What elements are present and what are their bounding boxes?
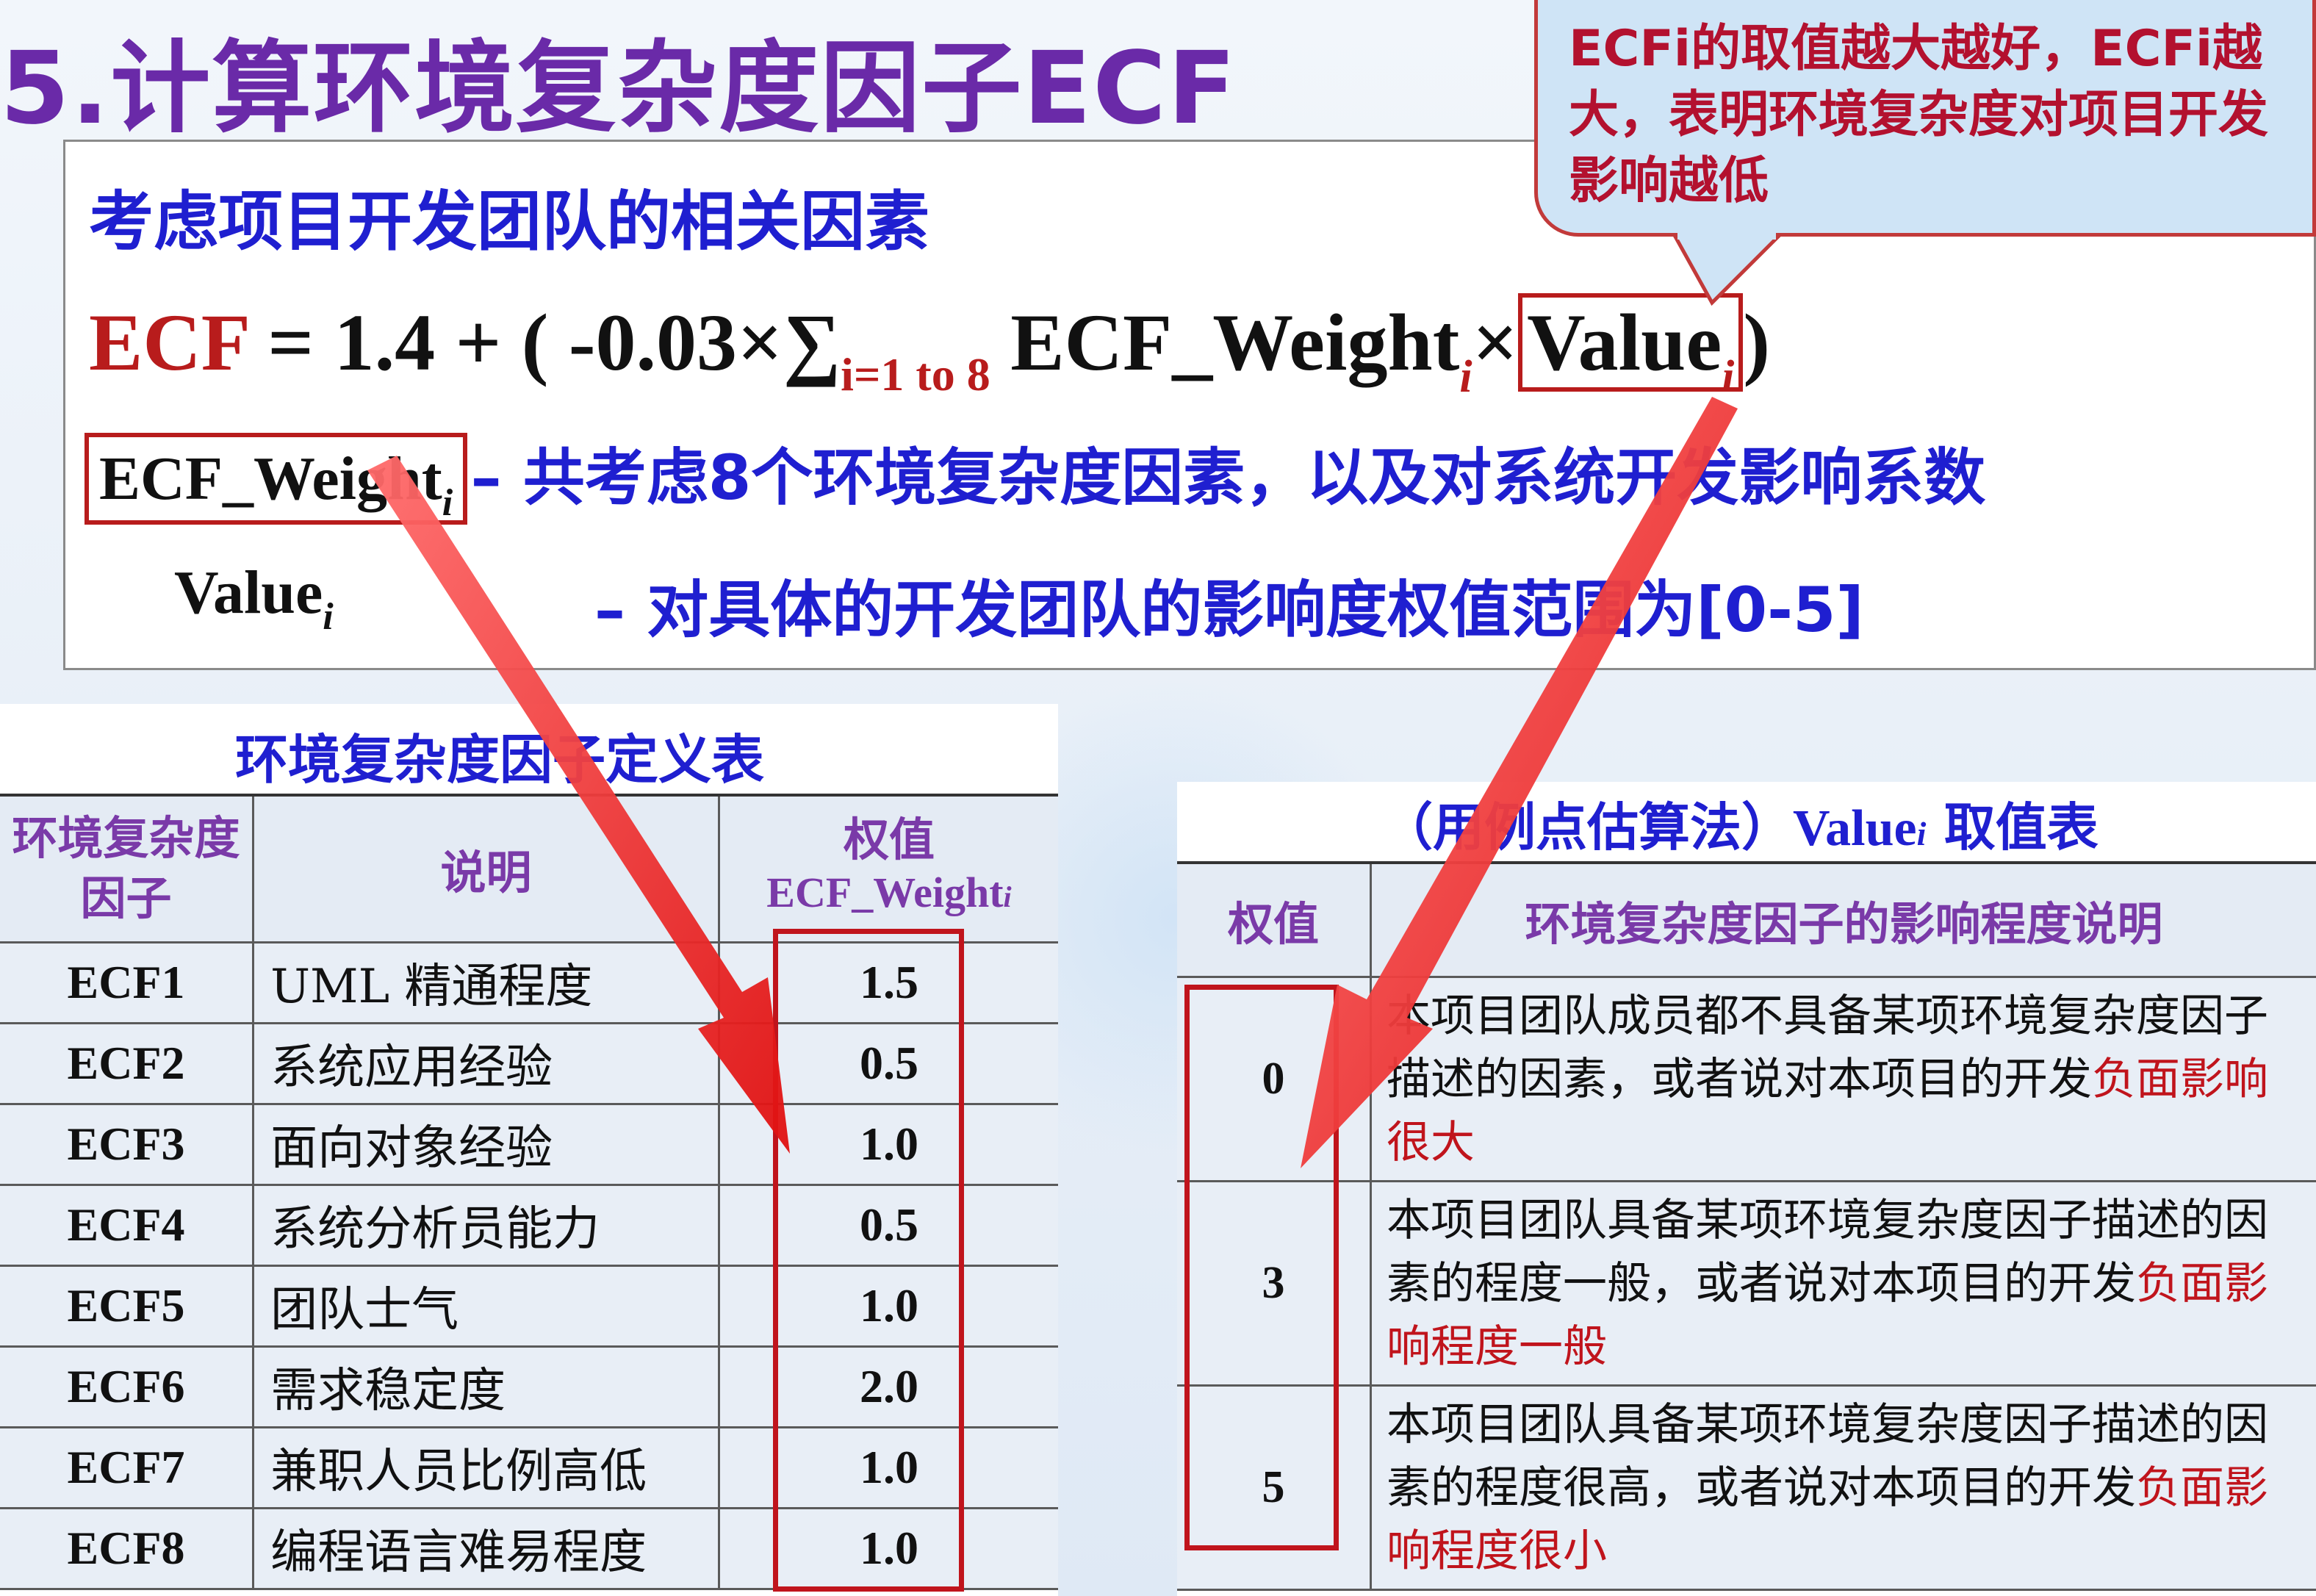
arrow-to-weight-column (367, 456, 790, 1154)
callout-pointer (1672, 231, 1783, 306)
arrow-to-value-column (1301, 397, 1738, 1168)
pointer-arrows (367, 231, 1783, 1168)
